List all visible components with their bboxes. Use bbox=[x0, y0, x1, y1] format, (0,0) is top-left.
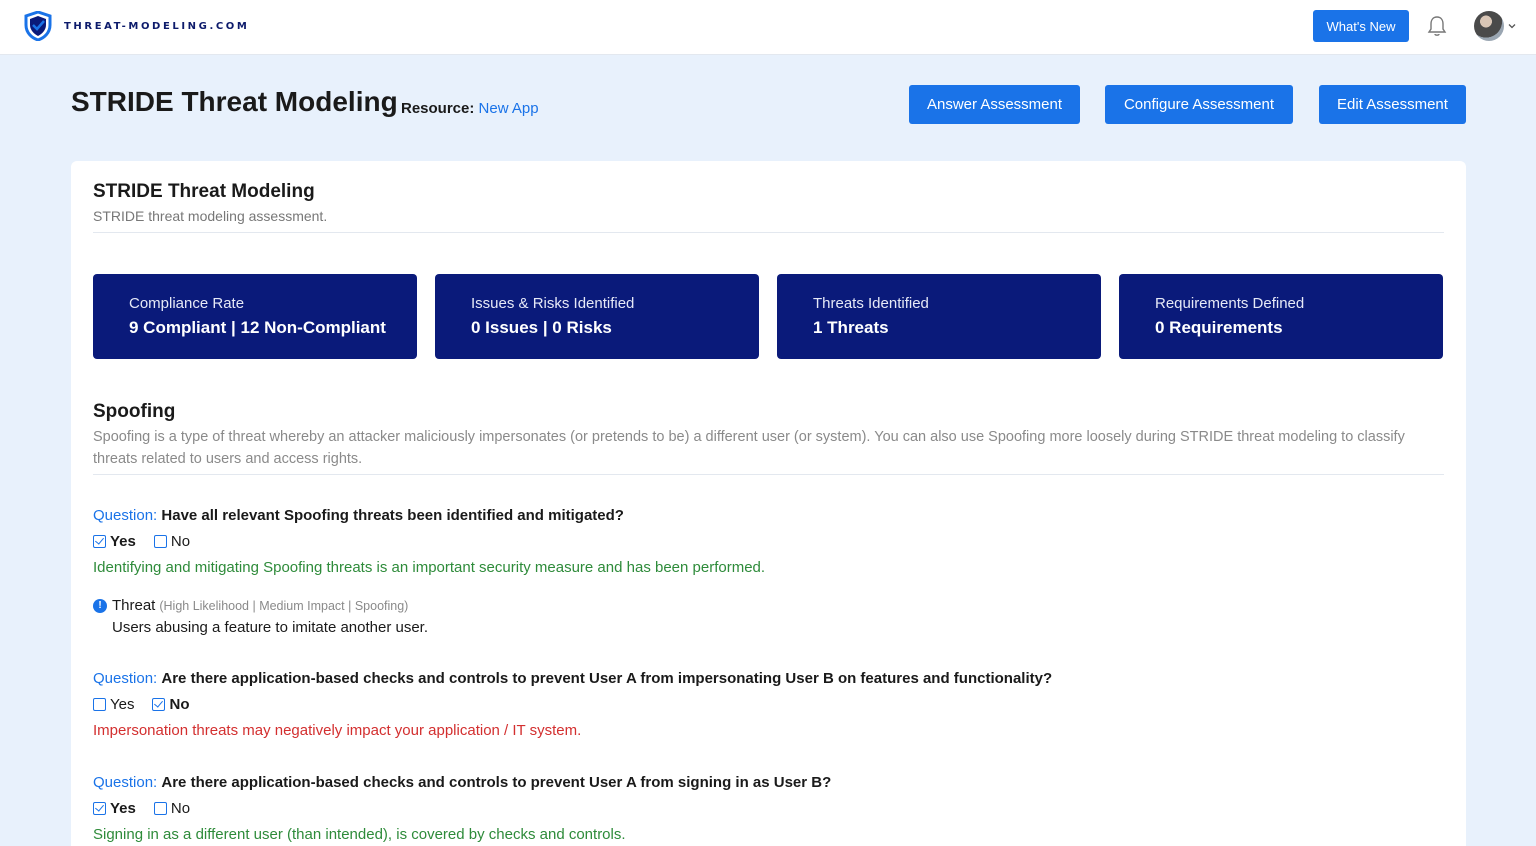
option-label: Yes bbox=[110, 800, 136, 817]
resource-info: Resource: New App bbox=[401, 100, 539, 117]
page-title: STRIDE Threat Modeling bbox=[71, 86, 398, 117]
stat-value: 1 Threats bbox=[813, 318, 889, 337]
option-label: Yes bbox=[110, 696, 135, 713]
section-title: Spoofing bbox=[93, 401, 176, 422]
stat-requirements: Requirements Defined 0 Requirements bbox=[1119, 274, 1443, 359]
stat-value: 0 Issues | 0 Risks bbox=[471, 318, 612, 337]
question-text: Have all relevant Spoofing threats been … bbox=[161, 507, 624, 524]
shield-logo-icon bbox=[24, 11, 52, 41]
checkbox-checked[interactable] bbox=[93, 802, 106, 815]
threat-description: Users abusing a feature to imitate anoth… bbox=[112, 619, 429, 636]
threat-label: Threat bbox=[112, 597, 156, 614]
stat-compliance-rate: Compliance Rate 9 Compliant | 12 Non-Com… bbox=[93, 274, 417, 359]
info-icon: ! bbox=[93, 598, 107, 613]
edit-assessment-button[interactable]: Edit Assessment bbox=[1319, 85, 1466, 124]
logo-text: THREAT-MODELING.COM bbox=[64, 20, 250, 32]
section-description: Spoofing is a type of threat whereby an … bbox=[93, 429, 1405, 467]
stat-issues-risks: Issues & Risks Identified 0 Issues | 0 R… bbox=[435, 274, 759, 359]
user-menu[interactable] bbox=[1474, 11, 1517, 41]
question-text: Are there application-based checks and c… bbox=[161, 670, 1053, 687]
resource-link[interactable]: New App bbox=[479, 100, 539, 117]
stat-label: Compliance Rate bbox=[129, 295, 245, 312]
stat-label: Threats Identified bbox=[813, 295, 929, 312]
option-no[interactable]: No bbox=[153, 800, 191, 817]
option-no[interactable]: No bbox=[153, 533, 191, 550]
option-yes[interactable]: Yes bbox=[93, 800, 136, 817]
resource-label: Resource: bbox=[401, 100, 475, 117]
question-3: Question: Are there application-based ch… bbox=[93, 774, 831, 791]
card-title: STRIDE Threat Modeling bbox=[93, 181, 315, 202]
question-3-message: Signing in as a different user (than int… bbox=[93, 826, 626, 843]
question-2-message: Impersonation threats may negatively imp… bbox=[93, 722, 582, 739]
checkbox[interactable] bbox=[93, 698, 106, 711]
chevron-down-icon bbox=[1508, 24, 1516, 29]
option-yes[interactable]: Yes bbox=[93, 696, 134, 713]
question-text: Are there application-based checks and c… bbox=[161, 774, 832, 791]
question-1-options: Yes No bbox=[93, 533, 208, 550]
option-label: No bbox=[169, 696, 190, 713]
card-subtitle: STRIDE threat modeling assessment. bbox=[93, 208, 328, 224]
checkbox[interactable] bbox=[153, 535, 167, 548]
option-label: Yes bbox=[110, 533, 136, 550]
stat-value: 0 Requirements bbox=[1155, 318, 1283, 337]
configure-assessment-button[interactable]: Configure Assessment bbox=[1105, 85, 1293, 124]
divider bbox=[93, 474, 1444, 475]
checkbox-checked[interactable] bbox=[93, 535, 106, 548]
answer-assessment-button[interactable]: Answer Assessment bbox=[909, 85, 1080, 124]
threat-item: ! Threat (High Likelihood | Medium Impac… bbox=[93, 597, 408, 614]
divider bbox=[93, 232, 1444, 233]
checkbox-checked[interactable] bbox=[152, 698, 166, 711]
option-no[interactable]: No bbox=[152, 696, 189, 713]
checkbox[interactable] bbox=[153, 802, 167, 815]
stat-threats: Threats Identified 1 Threats bbox=[777, 274, 1101, 359]
assessment-card: STRIDE Threat Modeling STRIDE threat mod… bbox=[71, 161, 1466, 846]
stat-label: Requirements Defined bbox=[1155, 295, 1305, 312]
question-2: Question: Are there application-based ch… bbox=[93, 670, 1052, 687]
question-label: Question: bbox=[93, 774, 158, 791]
question-label: Question: bbox=[93, 507, 158, 524]
avatar bbox=[1474, 11, 1504, 41]
logo[interactable]: THREAT-MODELING.COM bbox=[24, 11, 249, 41]
top-navbar: THREAT-MODELING.COM What's New bbox=[0, 0, 1536, 55]
question-1-message: Identifying and mitigating Spoofing thre… bbox=[93, 559, 766, 576]
question-2-options: Yes No bbox=[93, 696, 207, 713]
threat-meta: (High Likelihood | Medium Impact | Spoof… bbox=[159, 598, 409, 613]
question-label: Question: bbox=[93, 670, 158, 687]
option-label: No bbox=[170, 533, 191, 550]
stat-value: 9 Compliant | 12 Non-Compliant bbox=[129, 318, 386, 337]
bell-icon[interactable] bbox=[1427, 15, 1447, 37]
question-1: Question: Have all relevant Spoofing thr… bbox=[93, 507, 624, 524]
option-label: No bbox=[170, 800, 191, 817]
option-yes[interactable]: Yes bbox=[93, 533, 136, 550]
question-3-options: Yes No bbox=[93, 800, 208, 817]
stat-label: Issues & Risks Identified bbox=[471, 295, 635, 312]
whats-new-button[interactable]: What's New bbox=[1313, 10, 1409, 42]
